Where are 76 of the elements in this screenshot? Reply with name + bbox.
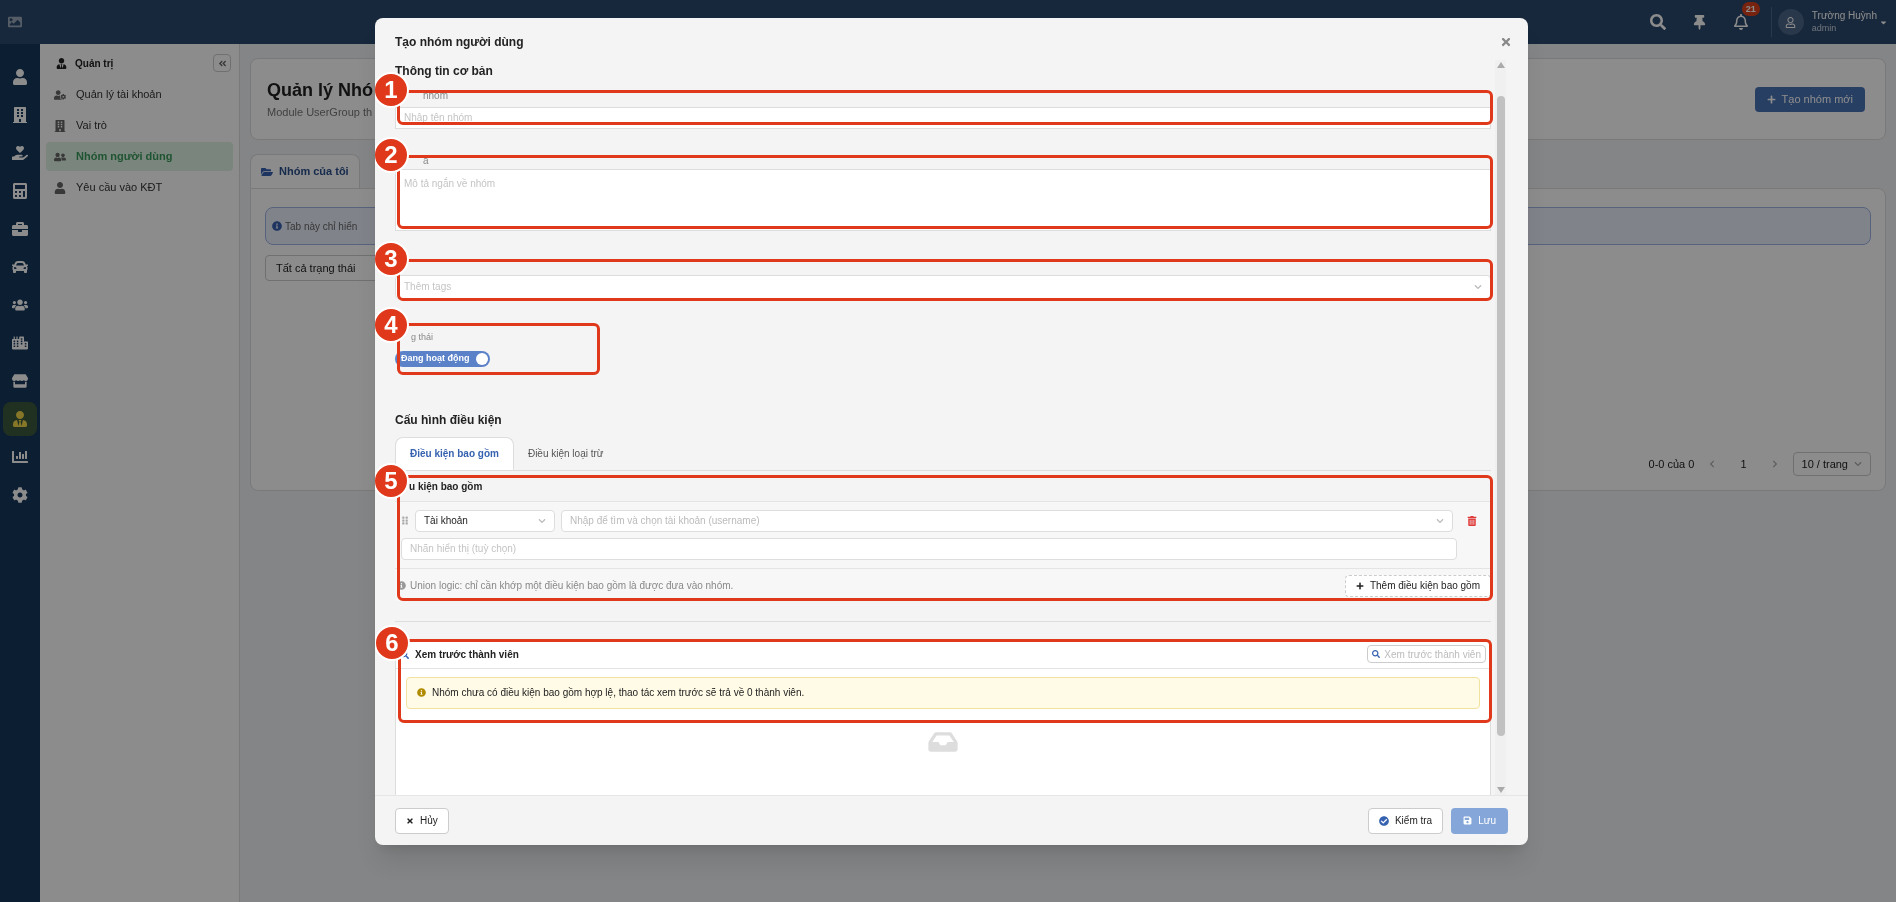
briefcase-icon <box>12 221 28 237</box>
sidebar-item[interactable]: Yêu cầu vào KĐT <box>46 173 233 202</box>
delete-icon[interactable] <box>1467 515 1477 526</box>
section-heading: Cấu hình điều kiện <box>395 411 503 429</box>
union-note: Union logic: chỉ cần khớp một điều kiện bao gồm là được đưa vào nhóm. <box>410 579 735 593</box>
page-subtitle: Module UserGroup th <box>267 105 373 121</box>
user-icon <box>12 69 28 85</box>
folder-icon <box>261 165 273 178</box>
sidebar-item[interactable]: Vai trò <box>46 111 233 140</box>
page-size-select[interactable]: 10 / trang <box>1792 452 1871 476</box>
section-label: u kiện bao gồm <box>408 479 484 495</box>
add-condition-button[interactable]: Thêm điều kiện bao gồm <box>1344 574 1491 597</box>
close-icon <box>406 816 414 825</box>
user-tie-icon <box>56 57 67 69</box>
modal-title: Tạo nhóm người dùng <box>395 34 525 51</box>
hand-heart-icon <box>12 145 28 161</box>
building-icon <box>12 107 28 123</box>
double-chevron-icon <box>217 58 227 68</box>
tab[interactable]: Điều kiện bao gồm <box>395 436 514 470</box>
bar-chart-icon <box>12 449 28 465</box>
building-icon <box>54 119 66 132</box>
annotation-number: 5 <box>375 462 409 499</box>
plus-icon <box>1355 581 1364 590</box>
page-number[interactable]: 1 <box>1730 455 1757 473</box>
notification-count: 21 <box>1741 2 1760 16</box>
chevron-down-icon <box>1474 282 1482 291</box>
info-icon <box>272 221 282 231</box>
rail-item[interactable] <box>3 402 37 436</box>
tab[interactable]: Nhóm của tôi <box>250 154 360 188</box>
annotation-number: 2 <box>375 136 409 173</box>
collapse-button[interactable] <box>213 54 231 72</box>
user-icon <box>1785 16 1797 28</box>
user-tie-icon <box>12 411 28 427</box>
user-gear-icon <box>54 88 66 101</box>
pin-icon[interactable] <box>1691 14 1707 30</box>
user-name: Trường Huỳnh <box>1811 10 1877 23</box>
save-icon <box>1463 816 1473 825</box>
annotation-number: 3 <box>375 240 409 277</box>
chevron-down-icon <box>1854 460 1862 468</box>
chevron-down-icon <box>1436 516 1444 525</box>
create-group-button[interactable]: Tạo nhóm mới <box>1754 86 1865 112</box>
users-icon <box>12 297 28 313</box>
cancel-button[interactable]: Hủy <box>395 807 449 834</box>
info-icon <box>397 581 406 590</box>
drag-handle-icon[interactable] <box>401 516 409 525</box>
user-icon <box>54 181 66 194</box>
broken-image-icon <box>8 15 22 29</box>
check-button[interactable]: Kiểm tra <box>1367 807 1444 834</box>
chevron-down-icon <box>538 516 546 525</box>
store-icon <box>12 373 28 389</box>
preview-title: Xem trước thành viên <box>415 647 520 662</box>
settings-icon <box>12 487 28 503</box>
bell-icon[interactable] <box>1732 14 1749 30</box>
buildings-icon <box>12 335 28 351</box>
field-select[interactable]: Tài khoản <box>415 509 555 532</box>
close-icon[interactable] <box>1500 36 1512 48</box>
tab[interactable]: Điều kiện loại trừ <box>513 436 618 470</box>
status-toggle[interactable]: Đang hoạt động <box>395 350 490 367</box>
plus-icon <box>1766 94 1776 104</box>
users-icon <box>54 150 66 163</box>
warning-alert: Nhóm chưa có điều kiện bao gồm hợp lệ, thao tác xem trước sẽ trả về 0 thành viên. <box>406 676 1480 709</box>
car-icon <box>12 259 28 275</box>
section-heading: Thông tin cơ bản <box>395 63 494 80</box>
field-label: g thái <box>410 330 435 344</box>
annotation-number: 6 <box>375 624 410 661</box>
page-title: Quản lý Nhó <box>267 79 373 103</box>
user-role: admin <box>1811 22 1838 34</box>
sidebar-title: Quản trị <box>75 56 115 71</box>
annotation-number: 4 <box>375 306 409 343</box>
sidebar-item[interactable]: Quản lý tài khoản <box>46 80 233 109</box>
calculator-icon <box>12 183 28 199</box>
avatar[interactable] <box>1777 9 1804 35</box>
pagination-range: 0-0 của 0 <box>1648 456 1695 472</box>
info-icon <box>417 688 426 697</box>
search-icon[interactable] <box>1649 14 1666 30</box>
search-icon <box>1372 650 1381 658</box>
